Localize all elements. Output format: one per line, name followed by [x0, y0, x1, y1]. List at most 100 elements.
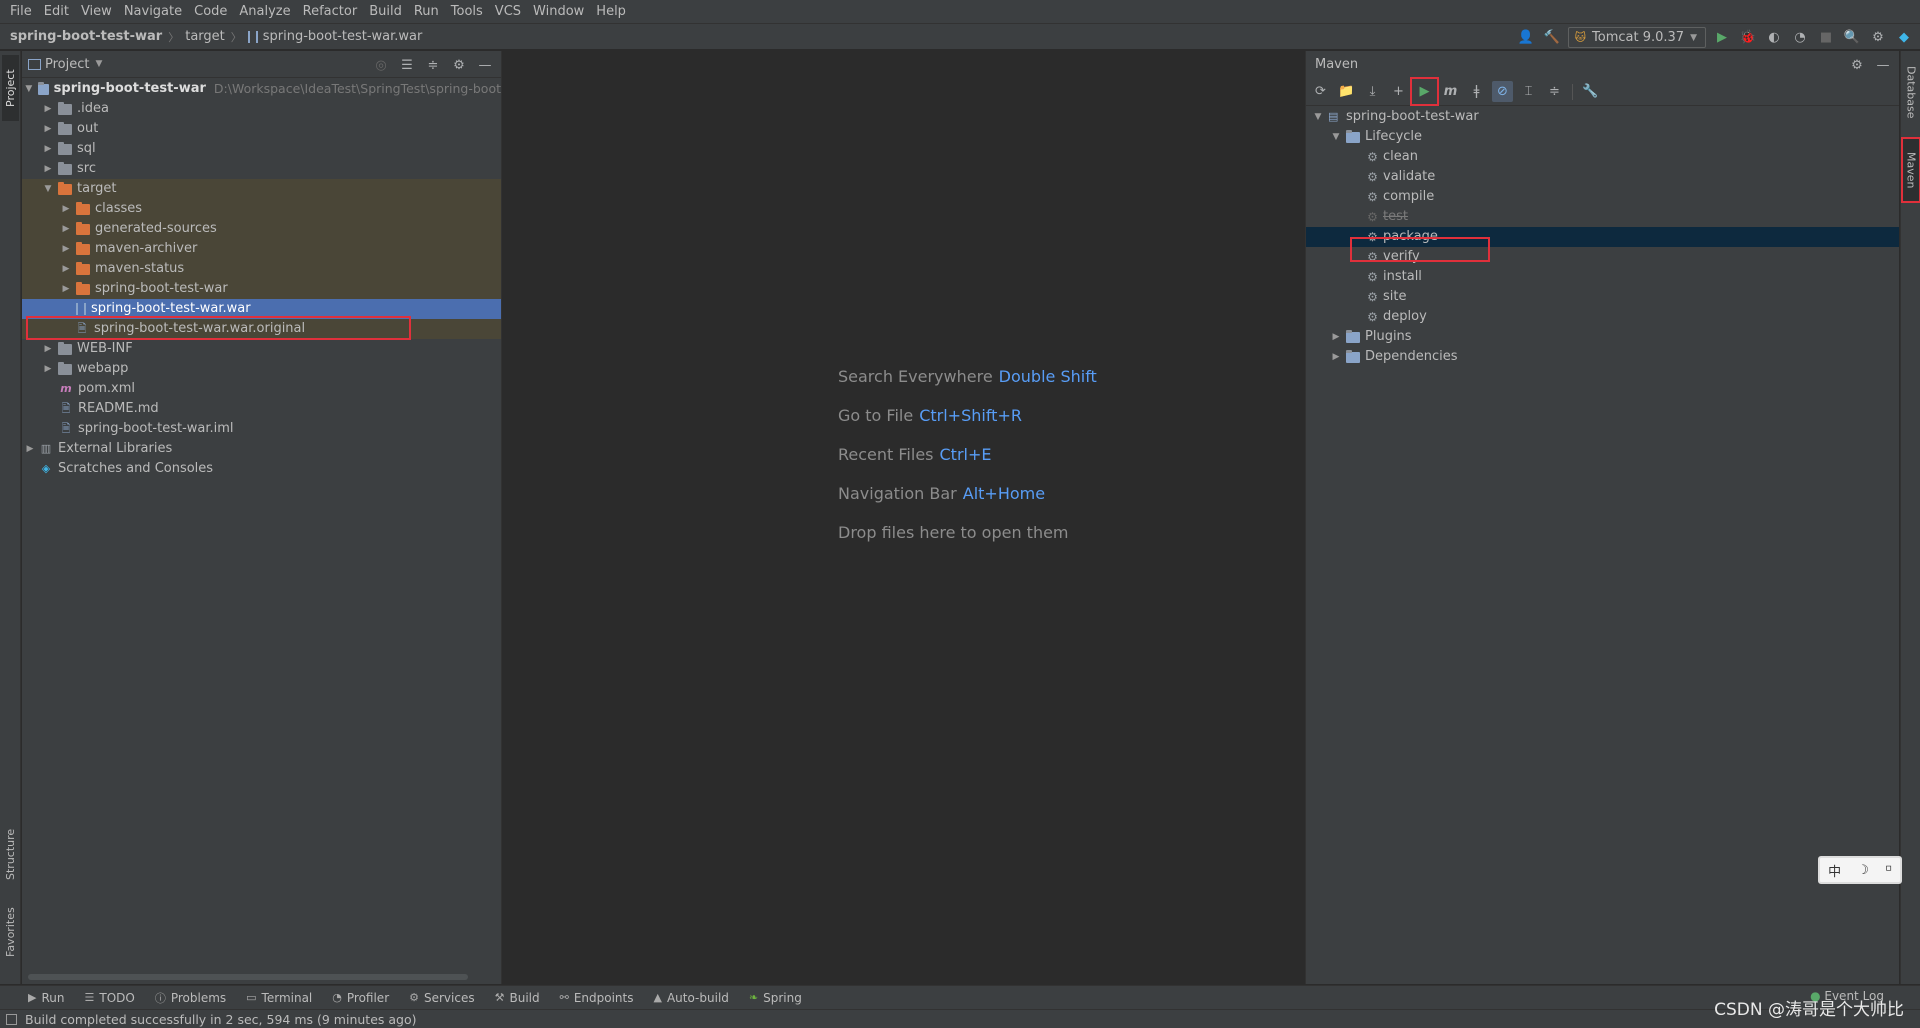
menu-file[interactable]: File — [4, 0, 38, 23]
chevron-down-icon[interactable]: ▼ — [1312, 107, 1324, 127]
tree-item-src[interactable]: ▶ src — [22, 159, 501, 179]
phase-install[interactable]: ⚙ install — [1306, 267, 1899, 287]
run-maven-build-icon[interactable]: ▶ — [1410, 77, 1439, 106]
chevron-right-icon[interactable]: ▶ — [42, 119, 54, 139]
menu-build[interactable]: Build — [363, 0, 408, 23]
chevron-right-icon[interactable]: ▶ — [42, 139, 54, 159]
menu-vcs[interactable]: VCS — [489, 0, 527, 23]
tree-item-war-original[interactable]: 🗎 spring-boot-test-war.war.original — [22, 319, 501, 339]
tab-project[interactable]: Project — [2, 55, 19, 121]
tree-item-classes[interactable]: ▶ classes — [22, 199, 501, 219]
hint-shortcut[interactable]: Alt+Home — [963, 484, 1045, 503]
chevron-right-icon[interactable]: ▶ — [24, 439, 36, 459]
horizontal-scrollbar[interactable] — [28, 974, 468, 980]
phase-verify[interactable]: ⚙ verify — [1306, 247, 1899, 267]
menu-refactor[interactable]: Refactor — [297, 0, 364, 23]
menu-tools[interactable]: Tools — [445, 0, 489, 23]
tab-terminal[interactable]: ▭ Terminal — [246, 991, 312, 1005]
tree-item-external-libraries[interactable]: ▶ ▥ External Libraries — [22, 439, 501, 459]
tab-structure[interactable]: Structure — [2, 821, 19, 887]
tab-spring[interactable]: ❧ Spring — [749, 991, 802, 1005]
maven-lifecycle[interactable]: ▼ Lifecycle — [1306, 127, 1899, 147]
toggle-tool-windows-icon[interactable] — [6, 1013, 17, 1025]
skip-tests-icon[interactable]: ⊘ — [1492, 81, 1513, 102]
download-icon[interactable]: ⤓ — [1362, 81, 1383, 102]
phase-compile[interactable]: ⚙ compile — [1306, 187, 1899, 207]
phase-site[interactable]: ⚙ site — [1306, 287, 1899, 307]
run-configuration-select[interactable]: 🐱 Tomcat 9.0.37 ▼ — [1567, 27, 1706, 48]
tree-item-war[interactable]: spring-boot-test-war.war — [22, 299, 501, 319]
hint-shortcut[interactable]: Double Shift — [999, 367, 1097, 386]
tab-todo[interactable]: ☰ TODO — [84, 991, 134, 1005]
execute-goal-icon[interactable]: m — [1440, 81, 1461, 102]
chevron-right-icon[interactable]: ▶ — [1330, 347, 1342, 367]
tab-endpoints[interactable]: ⚯ Endpoints — [560, 991, 634, 1005]
ime-moon-icon[interactable]: ☽ — [1857, 863, 1869, 878]
tab-maven[interactable]: Maven — [1901, 137, 1920, 203]
menu-run[interactable]: Run — [408, 0, 445, 23]
breadcrumb-file[interactable]: spring-boot-test-war.war — [263, 29, 423, 44]
tab-run[interactable]: ▶ Run — [28, 991, 64, 1005]
tree-item-web-inf[interactable]: ▶ WEB-INF — [22, 339, 501, 359]
wrench-icon[interactable]: 🔧 — [1580, 81, 1601, 102]
breadcrumb-folder[interactable]: target — [185, 29, 225, 44]
tab-auto-build[interactable]: ▲ Auto-build — [654, 991, 729, 1005]
breadcrumb-project[interactable]: spring-boot-test-war — [10, 29, 162, 44]
gear-icon[interactable]: ⚙ — [1847, 55, 1867, 75]
ime-chinese-label[interactable]: 中 — [1828, 861, 1841, 880]
tab-build[interactable]: ⚒ Build — [495, 991, 540, 1005]
chevron-right-icon[interactable]: ▶ — [42, 159, 54, 179]
tree-root[interactable]: ▼ spring-boot-test-war D:\Workspace\Idea… — [22, 79, 501, 99]
tree-item-spring-dir[interactable]: ▶ spring-boot-test-war — [22, 279, 501, 299]
chevron-right-icon[interactable]: ▶ — [60, 239, 72, 259]
chevron-right-icon[interactable]: ▶ — [60, 219, 72, 239]
minimize-icon[interactable]: — — [1873, 55, 1893, 75]
menu-navigate[interactable]: Navigate — [118, 0, 188, 23]
chevron-right-icon[interactable]: ▶ — [42, 339, 54, 359]
hammer-icon[interactable]: 🔨 — [1542, 28, 1562, 48]
tab-problems[interactable]: ⓘ Problems — [155, 990, 226, 1006]
tree-item-sql[interactable]: ▶ sql — [22, 139, 501, 159]
tree-item-webapp[interactable]: ▶ webapp — [22, 359, 501, 379]
menu-analyze[interactable]: Analyze — [233, 0, 296, 23]
user-icon[interactable]: 👤 — [1516, 28, 1536, 48]
ime-toolbar[interactable]: 中 ☽ ⸋ — [1818, 856, 1902, 884]
chevron-down-icon[interactable]: ▼ — [95, 59, 102, 69]
debug-icon[interactable]: 🐞 — [1738, 28, 1758, 48]
tab-services[interactable]: ⚙ Services — [409, 991, 474, 1005]
toggle-offline-icon[interactable]: ǂ — [1466, 81, 1487, 102]
menu-code[interactable]: Code — [188, 0, 233, 23]
project-panel-title[interactable]: Project — [45, 57, 89, 72]
settings-icon[interactable]: ⚙ — [1868, 28, 1888, 48]
tab-database[interactable]: Database — [1903, 55, 1919, 129]
tree-item-idea[interactable]: ▶ .idea — [22, 99, 501, 119]
phase-package[interactable]: ⚙ package — [1306, 227, 1899, 247]
phase-clean[interactable]: ⚙ clean — [1306, 147, 1899, 167]
chevron-right-icon[interactable]: ▶ — [1330, 327, 1342, 347]
stop-icon[interactable]: ■ — [1816, 28, 1836, 48]
add-icon[interactable]: + — [1388, 81, 1409, 102]
phase-deploy[interactable]: ⚙ deploy — [1306, 307, 1899, 327]
tab-favorites[interactable]: Favorites — [2, 899, 19, 965]
maven-dependencies[interactable]: ▶ Dependencies — [1306, 347, 1899, 367]
tree-item-maven-status[interactable]: ▶ maven-status — [22, 259, 501, 279]
maven-project[interactable]: ▼ ▤ spring-boot-test-war — [1306, 107, 1899, 127]
tab-profiler[interactable]: ◔ Profiler — [332, 991, 389, 1005]
chevron-right-icon[interactable]: ▶ — [42, 99, 54, 119]
tree-item-scratches[interactable]: ◈ Scratches and Consoles — [22, 459, 501, 479]
maven-plugins[interactable]: ▶ Plugins — [1306, 327, 1899, 347]
menu-view[interactable]: View — [75, 0, 118, 23]
hint-shortcut[interactable]: Ctrl+Shift+R — [919, 406, 1022, 425]
phase-validate[interactable]: ⚙ validate — [1306, 167, 1899, 187]
collapse-all-icon[interactable]: ≑ — [423, 55, 443, 75]
chevron-right-icon[interactable]: ▶ — [60, 199, 72, 219]
profile-icon[interactable]: ◔ — [1790, 28, 1810, 48]
tree-item-iml[interactable]: 🗎 spring-boot-test-war.iml — [22, 419, 501, 439]
tree-item-generated-sources[interactable]: ▶ generated-sources — [22, 219, 501, 239]
tree-item-target[interactable]: ▼ target — [22, 179, 501, 199]
tree-item-pom[interactable]: m pom.xml — [22, 379, 501, 399]
chevron-right-icon[interactable]: ▶ — [60, 259, 72, 279]
tree-item-maven-archiver[interactable]: ▶ maven-archiver — [22, 239, 501, 259]
jetbrains-icon[interactable]: ◆ — [1894, 28, 1914, 48]
run-icon[interactable]: ▶ — [1712, 28, 1732, 48]
